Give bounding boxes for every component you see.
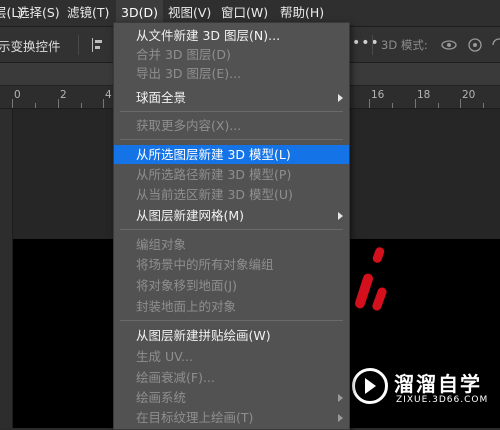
menu-item-export-3d-layer[interactable]: 导出 3D 图层(E)... — [114, 64, 349, 83]
submenu-arrow-icon — [338, 94, 343, 102]
menu-item-new-3d-model-from-layer[interactable]: 从所选图层新建 3D 模型(L) — [114, 145, 349, 164]
more-options-icon[interactable]: ••• — [352, 35, 380, 51]
menu-item-spherical-panorama[interactable]: 球面全景 — [114, 88, 349, 107]
3d-orbit-icon[interactable] — [440, 36, 458, 54]
ruler-tick — [35, 103, 36, 108]
ruler-label: 18 — [417, 89, 431, 101]
menu-item-paint-falloff[interactable]: 绘画衰减(F)... — [114, 368, 349, 387]
ruler-tick — [58, 99, 59, 108]
menu-item-paint-system[interactable]: 绘画系统 — [114, 388, 349, 407]
options-divider-2 — [372, 35, 373, 55]
ruler-tick — [483, 103, 484, 108]
red-stroke-2 — [353, 272, 375, 310]
ruler-label: 20 — [462, 89, 476, 101]
menu-filter[interactable]: 滤镜(T) — [67, 0, 109, 26]
3d-roll-icon[interactable] — [490, 36, 500, 54]
ruler-label: 4 — [105, 89, 112, 101]
options-divider — [78, 35, 79, 55]
ruler-label: 16 — [371, 89, 385, 101]
3d-rotate-icon[interactable] — [466, 36, 484, 54]
ruler-tick — [392, 103, 393, 108]
play-triangle-icon — [365, 378, 376, 394]
ruler-tick — [12, 99, 13, 108]
watermark-title: 溜溜自学 — [394, 372, 482, 396]
menu-item-move-object-to-ground[interactable]: 将对象移到地面(J) — [114, 276, 349, 295]
red-stroke-1 — [371, 245, 386, 265]
submenu-arrow-icon — [338, 394, 343, 402]
ruler-tick — [415, 99, 416, 108]
menu-item-new-3d-layer-from-file[interactable]: 从文件新建 3D 图层(N)... — [114, 26, 349, 45]
ruler-tick — [81, 103, 82, 108]
menu-item-new-mesh-from-layer[interactable]: 从图层新建网格(M) — [114, 206, 349, 225]
align-left-icon[interactable] — [92, 38, 102, 52]
menu-separator — [120, 229, 343, 230]
menu-item-new-3d-model-from-path[interactable]: 从所选路径新建 3D 模型(P) — [114, 165, 349, 184]
menu-item-paint-on-target-texture[interactable]: 在目标纹理上绘画(T) — [114, 408, 349, 427]
menu-separator — [120, 139, 343, 140]
menu-select[interactable]: 选择(S) — [17, 0, 60, 26]
red-stroke-3 — [371, 286, 388, 312]
menu-item-new-tiled-painting[interactable]: 从图层新建拼贴绘画(W) — [114, 326, 349, 345]
ruler-tick — [460, 99, 461, 108]
3d-mode-label: 3D 模式: — [381, 38, 428, 52]
ruler-label: 2 — [60, 89, 67, 101]
menu-item-get-more-content[interactable]: 获取更多内容(X)... — [114, 116, 349, 135]
vertical-ruler — [0, 109, 13, 428]
ruler-label: 0 — [14, 89, 21, 101]
menu-item-group-objects[interactable]: 编组对象 — [114, 235, 349, 254]
watermark-logo: 溜溜自学 ZIXUE.3D66.COM — [352, 366, 487, 410]
3d-dropdown-menu: 从文件新建 3D 图层(N)... 合并 3D 图层(D) 导出 3D 图层(E… — [113, 22, 350, 430]
submenu-arrow-icon — [338, 414, 343, 422]
menu-item-group-all-in-scene[interactable]: 将场景中的所有对象编组 — [114, 255, 349, 274]
ruler-tick — [103, 99, 104, 108]
ruler-tick — [438, 103, 439, 108]
show-transform-controls-label[interactable]: 示变换控件 — [0, 36, 61, 55]
menu-item-generate-uvs[interactable]: 生成 UV... — [114, 347, 349, 366]
submenu-arrow-icon — [338, 212, 343, 220]
menu-separator — [120, 111, 343, 112]
menu-item-new-3d-model-from-selection[interactable]: 从当前选区新建 3D 模型(U) — [114, 185, 349, 204]
menu-item-merge-3d-layers[interactable]: 合并 3D 图层(D) — [114, 45, 349, 64]
ruler-tick — [369, 99, 370, 108]
watermark-url: ZIXUE.3D66.COM — [396, 395, 489, 405]
menu-separator — [120, 320, 343, 321]
menu-item-pack-objects-on-ground[interactable]: 封装地面上的对象 — [114, 297, 349, 316]
